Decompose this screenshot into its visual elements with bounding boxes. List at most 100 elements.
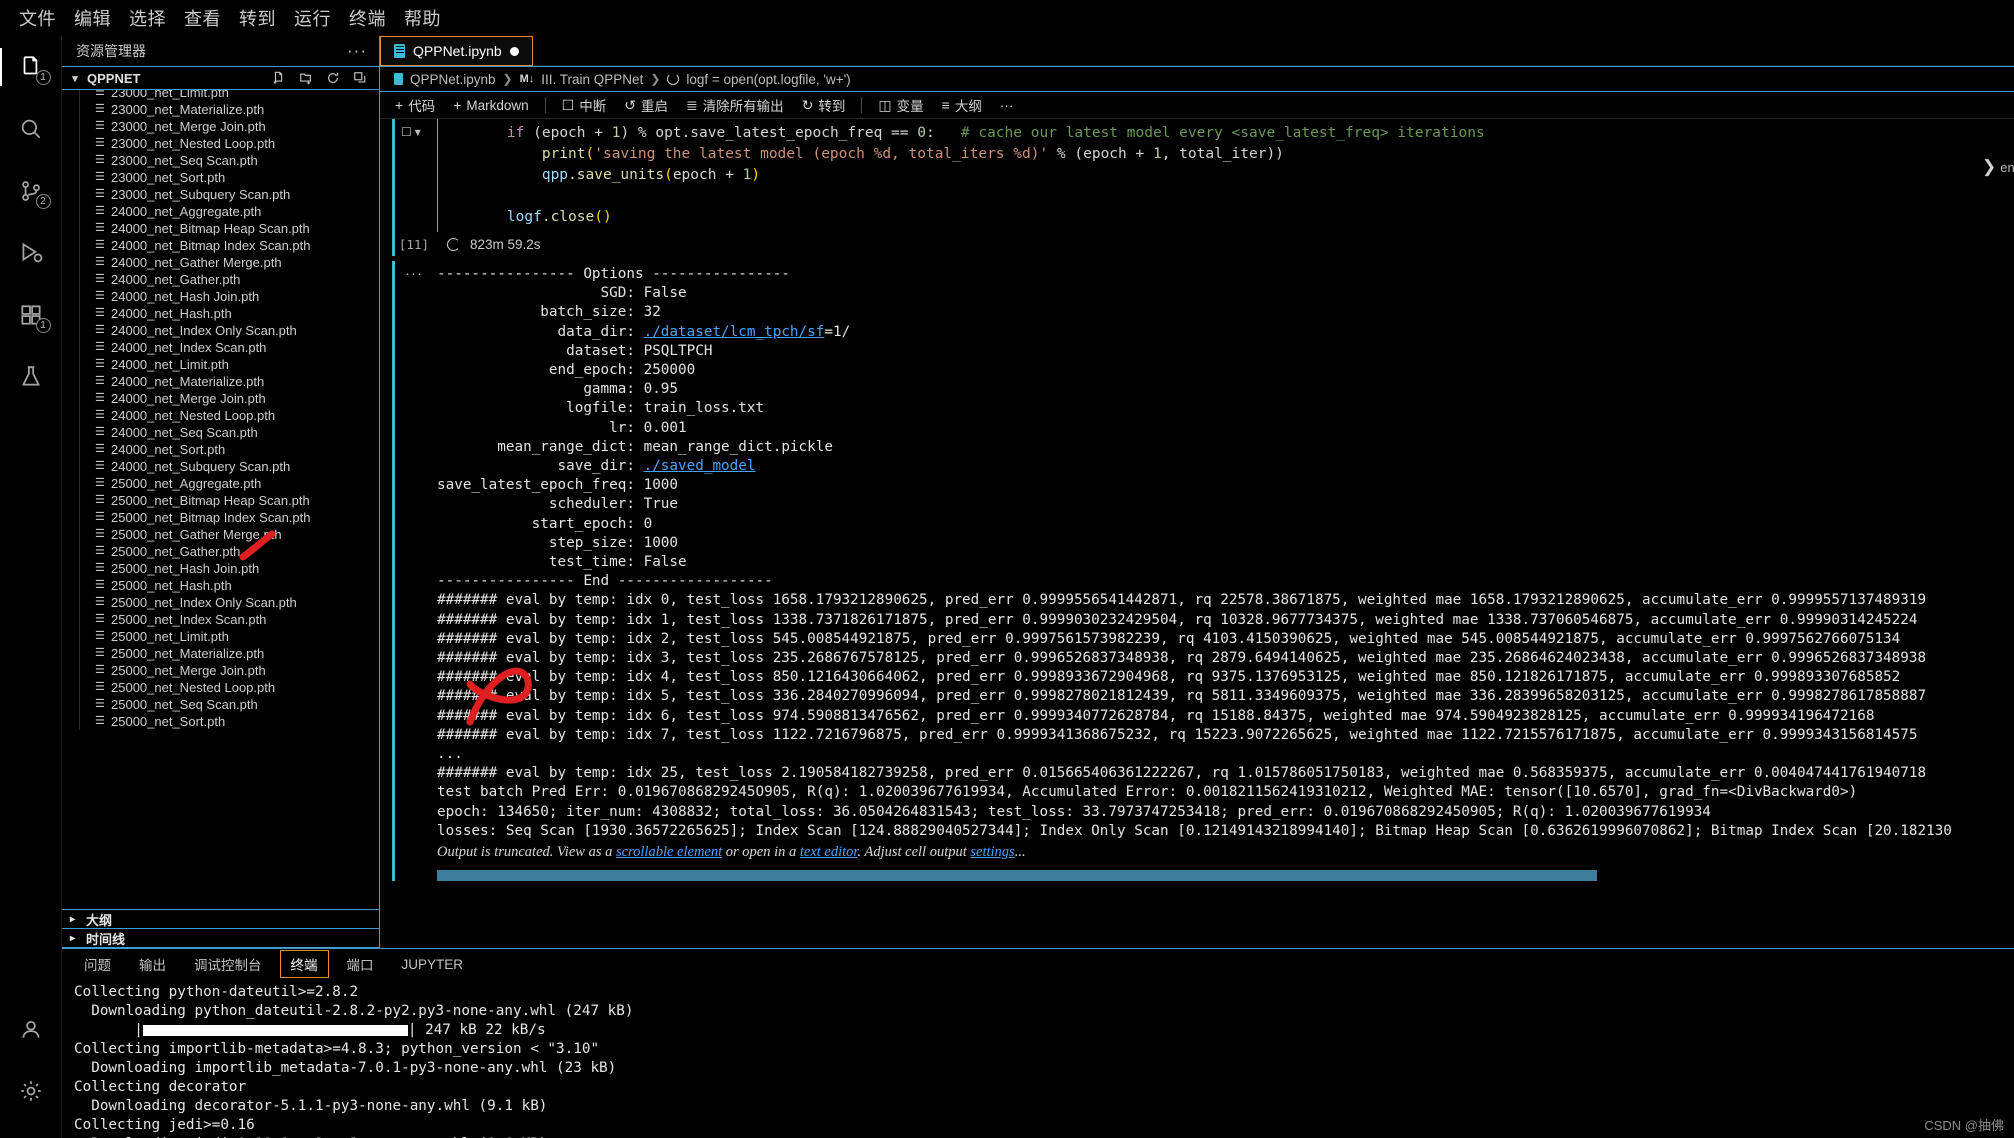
menu-item-2[interactable]: 选择	[120, 2, 175, 34]
file-tree-item[interactable]: ☰ 23000_net_Sort.pth	[62, 169, 379, 186]
output-more-icon[interactable]: ···	[405, 265, 423, 282]
panel-tab[interactable]: 问题	[74, 951, 121, 977]
file-tree-item[interactable]: ☰ 24000_net_Limit.pth	[62, 356, 379, 373]
activitybar-accounts[interactable]	[0, 998, 62, 1060]
activitybar-run-and-debug[interactable]	[0, 222, 62, 284]
file-name: 24000_net_Index Scan.pth	[111, 340, 267, 355]
tab-qppnet-ipynb[interactable]: QPPNet.ipynb	[380, 36, 533, 66]
file-tree-item[interactable]: ☰ 23000_net_Limit.pth	[62, 90, 379, 101]
breadcrumb-section[interactable]: III. Train QPPNet	[541, 72, 643, 87]
file-tree-item[interactable]: ☰ 25000_net_Hash Join.pth	[62, 560, 379, 577]
menu-item-0[interactable]: 文件	[10, 2, 65, 34]
output-path-link[interactable]: ./dataset/lcm_tpch/sf	[644, 324, 825, 340]
outline-button[interactable]: ≡ 大纲	[933, 93, 991, 117]
file-tree-item[interactable]: ☰ 23000_net_Merge Join.pth	[62, 118, 379, 135]
file-tree-item[interactable]: ☰ 24000_net_Hash Join.pth	[62, 288, 379, 305]
file-tree-item[interactable]: ☰ 24000_net_Aggregate.pth	[62, 203, 379, 220]
menu-item-5[interactable]: 运行	[285, 2, 340, 34]
file-tree-item[interactable]: ☰ 24000_net_Materialize.pth	[62, 373, 379, 390]
file-tree-item[interactable]: ☰ 24000_net_Merge Join.pth	[62, 390, 379, 407]
file-tree-item[interactable]: ☰ 25000_net_Seq Scan.pth	[62, 696, 379, 713]
file-tree-item[interactable]: ☰ 23000_net_Subquery Scan.pth	[62, 186, 379, 203]
file-tree-item[interactable]: ☰ 24000_net_Gather Merge.pth	[62, 254, 379, 271]
menu-item-4[interactable]: 转到	[230, 2, 285, 34]
menu-item-6[interactable]: 终端	[340, 2, 395, 34]
file-tree-item[interactable]: ☰ 24000_net_Seq Scan.pth	[62, 424, 379, 441]
file-tree-item[interactable]: ☰ 24000_net_Sort.pth	[62, 441, 379, 458]
terminal-line: Collecting python-dateutil>=2.8.2	[74, 984, 359, 1000]
file-tree-item[interactable]: ☰ 23000_net_Materialize.pth	[62, 101, 379, 118]
terminal-output[interactable]: Collecting python-dateutil>=2.8.2 Downlo…	[62, 979, 2014, 1138]
text-editor-link[interactable]: text editor	[800, 844, 858, 860]
file-tree-item[interactable]: ☰ 23000_net_Seq Scan.pth	[62, 152, 379, 169]
collapse-all-icon[interactable]	[353, 71, 367, 85]
file-tree-item[interactable]: ☰ 24000_net_Gather.pth	[62, 271, 379, 288]
file-tree-item[interactable]: ☰ 25000_net_Index Only Scan.pth	[62, 594, 379, 611]
menu-item-3[interactable]: 查看	[175, 2, 230, 34]
panel-tab[interactable]: 调试控制台	[184, 951, 272, 977]
sidebar-section-outline[interactable]: ▸ 大纲	[62, 910, 379, 929]
file-tree-item[interactable]: ☰ 25000_net_Aggregate.pth	[62, 475, 379, 492]
toolbar-more-button[interactable]: ···	[991, 96, 1023, 115]
file-tree-item[interactable]: ☰ 25000_net_Sort.pth	[62, 713, 379, 730]
variables-button[interactable]: ◫ 变量	[869, 93, 932, 117]
file-tree-item[interactable]: ☰ 25000_net_Gather.pth	[62, 543, 379, 560]
editor-right-peek[interactable]: ❯ end	[1978, 146, 2014, 188]
activitybar-settings[interactable]	[0, 1060, 62, 1122]
file-tree-item[interactable]: ☰ 25000_net_Gather Merge.pth	[62, 526, 379, 543]
file-tree-item[interactable]: ☰ 25000_net_Bitmap Index Scan.pth	[62, 509, 379, 526]
activitybar-search[interactable]	[0, 98, 62, 160]
panel-tab[interactable]: 端口	[337, 951, 384, 977]
cell-collapse-controls[interactable]: ☐ ▾	[401, 125, 421, 139]
interrupt-button[interactable]: ☐ 中断	[553, 93, 616, 117]
menu-item-7[interactable]: 帮助	[395, 2, 450, 34]
beaker-icon	[21, 366, 40, 386]
file-tree-item[interactable]: ☰ 24000_net_Nested Loop.pth	[62, 407, 379, 424]
activitybar-extensions[interactable]: 1	[0, 284, 62, 346]
goto-button[interactable]: ↻ 转到	[793, 93, 855, 117]
scrollable-element-link[interactable]: scrollable element	[616, 844, 722, 860]
clear-all-outputs-button[interactable]: ≣ 清除所有输出	[677, 93, 793, 117]
chevron-right-icon: ▸	[70, 932, 76, 944]
breadcrumb-file[interactable]: QPPNet.ipynb	[410, 72, 496, 87]
output-path-link[interactable]: ./saved_model	[644, 458, 756, 474]
file-tree-item[interactable]: ☰ 24000_net_Bitmap Index Scan.pth	[62, 237, 379, 254]
sidebar-section-timeline[interactable]: ▸ 时间线	[62, 929, 379, 948]
file-tree-item[interactable]: ☰ 25000_net_Limit.pth	[62, 628, 379, 645]
code-cell[interactable]: ☐ ▾ if (epoch + 1) % opt.save_latest_epo…	[392, 119, 2014, 256]
cell-source-code[interactable]: if (epoch + 1) % opt.save_latest_epoch_f…	[437, 119, 2014, 232]
restart-kernel-button[interactable]: ↺ 重启	[615, 93, 677, 117]
activitybar-testing[interactable]	[0, 346, 62, 408]
new-file-icon[interactable]	[272, 71, 286, 85]
file-name: 24000_net_Aggregate.pth	[111, 204, 262, 219]
file-tree-item[interactable]: ☰ 25000_net_Bitmap Heap Scan.pth	[62, 492, 379, 509]
file-tree-item[interactable]: ☰ 24000_net_Bitmap Heap Scan.pth	[62, 220, 379, 237]
add-code-cell-button[interactable]: + 代码	[386, 93, 444, 117]
explorer-more-actions[interactable]: ···	[347, 41, 367, 61]
file-tree-item[interactable]: ☰ 24000_net_Hash.pth	[62, 305, 379, 322]
activitybar-source-control[interactable]: 2	[0, 160, 62, 222]
file-tree-item[interactable]: ☰ 23000_net_Nested Loop.pth	[62, 135, 379, 152]
breadcrumb-cell[interactable]: logf = open(opt.logfile, 'w+')	[686, 72, 850, 87]
file-name: 23000_net_Subquery Scan.pth	[111, 187, 291, 202]
panel-tab[interactable]: 输出	[129, 951, 176, 977]
file-tree-item[interactable]: ☰ 24000_net_Index Only Scan.pth	[62, 322, 379, 339]
file-tree-item[interactable]: ☰ 25000_net_Merge Join.pth	[62, 662, 379, 679]
add-markdown-cell-button[interactable]: + Markdown	[444, 96, 537, 115]
panel-tab[interactable]: JUPYTER	[392, 954, 474, 975]
file-tree-item[interactable]: ☰ 24000_net_Index Scan.pth	[62, 339, 379, 356]
new-folder-icon[interactable]	[299, 71, 313, 85]
file-tree[interactable]: ☰ 23000_net_Limit.pth ☰ 23000_net_Materiali…	[62, 90, 379, 910]
file-tree-item[interactable]: ☰ 24000_net_Subquery Scan.pth	[62, 458, 379, 475]
refresh-icon[interactable]	[326, 71, 340, 85]
menu-item-1[interactable]: 编辑	[65, 2, 120, 34]
folder-header-qppnet[interactable]: ▾ QPPNET	[62, 66, 379, 90]
activitybar-explorer[interactable]: 1	[0, 36, 62, 98]
settings-link[interactable]: settings	[970, 844, 1014, 860]
file-tree-item[interactable]: ☰ 25000_net_Materialize.pth	[62, 645, 379, 662]
output-horizontal-scrollbar[interactable]	[437, 870, 1597, 882]
panel-tab[interactable]: 终端	[279, 950, 329, 978]
file-tree-item[interactable]: ☰ 25000_net_Nested Loop.pth	[62, 679, 379, 696]
file-tree-item[interactable]: ☰ 25000_net_Index Scan.pth	[62, 611, 379, 628]
file-tree-item[interactable]: ☰ 25000_net_Hash.pth	[62, 577, 379, 594]
